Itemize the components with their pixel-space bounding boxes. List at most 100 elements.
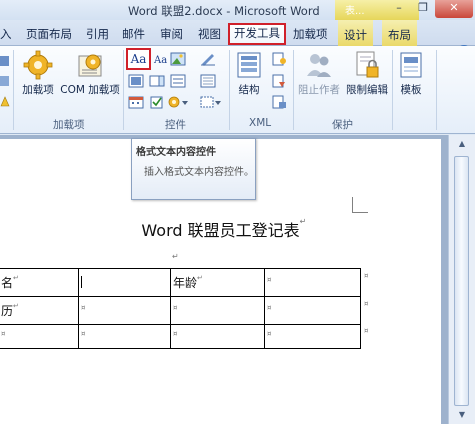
- cell-end-mark: ¤: [173, 329, 178, 338]
- group-label-controls: 控件: [165, 119, 186, 131]
- group-separator: [229, 50, 230, 130]
- table-cell[interactable]: 名↵: [0, 268, 79, 297]
- document-template-button[interactable]: 模板: [396, 50, 426, 97]
- cell-text: 年龄: [173, 276, 198, 290]
- ribbon: 加载项 COM 加载项 加载项 Aa Aa 控件 结构 XML 阻止作者 限制编…: [0, 46, 475, 134]
- table-cell[interactable]: 年龄↵: [170, 268, 265, 297]
- tab-design[interactable]: 设计: [338, 20, 373, 46]
- expansion-pack-icon[interactable]: [271, 95, 287, 109]
- paragraph-mark: ↵: [299, 217, 307, 226]
- date-picker-icon[interactable]: [128, 95, 144, 109]
- building-block-icon[interactable]: [128, 74, 144, 88]
- com-addins-label: COM 加载项: [60, 84, 120, 96]
- legacy-tools-icon[interactable]: [167, 95, 189, 109]
- restrict-editing-button[interactable]: 限制编辑: [344, 50, 390, 97]
- partial-icon[interactable]: [0, 74, 10, 88]
- close-button[interactable]: ✕: [435, 0, 473, 18]
- scroll-up-icon[interactable]: ▲: [454, 139, 470, 153]
- group-separator: [293, 50, 294, 130]
- tab-review[interactable]: 审阅: [160, 24, 183, 44]
- table-cell[interactable]: ¤: [170, 296, 265, 325]
- combo-box-icon[interactable]: [149, 74, 165, 88]
- group-separator: [13, 50, 14, 130]
- tab-references[interactable]: 引用: [86, 24, 109, 44]
- tab-mailings[interactable]: 邮件: [122, 24, 145, 44]
- document-title: Word 联盟员工登记表 ↵: [0, 217, 441, 241]
- table-cell[interactable]: ¤: [264, 324, 361, 349]
- table-cell[interactable]: [78, 268, 171, 297]
- table-cell[interactable]: ¤: [0, 324, 79, 349]
- addins-button[interactable]: 加载项: [18, 50, 58, 97]
- window-title: Word 联盟2.docx - Microsoft Word: [128, 4, 320, 18]
- table-cell[interactable]: ¤: [264, 268, 361, 297]
- restrict-editing-label: 限制编辑: [346, 84, 388, 96]
- warning-icon[interactable]: [0, 94, 10, 108]
- table-cell[interactable]: ¤: [78, 324, 171, 349]
- checkbox-control-icon[interactable]: [149, 95, 165, 109]
- com-addins-icon: [75, 50, 105, 80]
- text-cursor: [81, 275, 82, 288]
- cell-text: 名: [1, 276, 14, 290]
- template-icon: [396, 50, 426, 80]
- cell-end-mark: ¤: [267, 329, 272, 338]
- restore-button[interactable]: ❐: [411, 0, 435, 18]
- table-cell[interactable]: 历↵: [0, 296, 79, 325]
- scroll-thumb[interactable]: [454, 156, 469, 406]
- group-label-protect: 保护: [332, 119, 353, 131]
- block-authors-label: 阻止作者: [298, 84, 340, 96]
- paragraph-mark: ↵: [197, 274, 203, 282]
- structure-label: 结构: [238, 84, 260, 96]
- table-row: ¤ ¤ ¤ ¤: [0, 324, 361, 349]
- properties-icon[interactable]: [200, 74, 216, 88]
- tab-view[interactable]: 视图: [198, 24, 221, 44]
- context-label-text: 表...: [345, 6, 365, 17]
- table-cell[interactable]: ¤: [264, 296, 361, 325]
- tab-developer[interactable]: 开发工具: [228, 23, 286, 45]
- drop-down-list-icon[interactable]: [170, 74, 186, 88]
- table-cell[interactable]: ¤: [78, 296, 171, 325]
- template-label: 模板: [400, 84, 422, 96]
- picture-control-icon[interactable]: [170, 52, 186, 66]
- tooltip-body: 插入格式文本内容控件。: [144, 167, 254, 178]
- paragraph-mark: ↵: [13, 302, 19, 310]
- tab-addins[interactable]: 加载项: [293, 24, 328, 44]
- tab-insert[interactable]: 入: [0, 24, 12, 44]
- title-bar: Word 联盟2.docx - Microsoft Word 表... – ❐ …: [0, 0, 475, 20]
- scroll-down-icon[interactable]: ▼: [454, 410, 470, 422]
- svg-text:Aa: Aa: [153, 55, 167, 66]
- cell-text: 历: [1, 304, 14, 318]
- schema-icon[interactable]: [271, 52, 287, 66]
- tab-layout[interactable]: 布局: [382, 20, 417, 46]
- addins-label: 加载项: [22, 84, 54, 96]
- cell-end-mark: ¤: [81, 329, 86, 338]
- row-end-mark: ¤: [364, 327, 369, 335]
- group-separator: [436, 50, 437, 130]
- group-separator: [123, 50, 124, 130]
- plain-text-control-icon[interactable]: Aa: [153, 52, 169, 66]
- window-controls: – ❐ ✕: [387, 0, 473, 18]
- document-title-text: Word 联盟员工登记表: [141, 221, 300, 240]
- structure-button[interactable]: 结构: [234, 50, 264, 97]
- table-row: 历↵ ¤ ¤ ¤: [0, 296, 361, 325]
- table-cell[interactable]: ¤: [170, 324, 265, 349]
- paragraph-mark: ↵: [13, 274, 19, 282]
- structure-icon: [234, 50, 264, 80]
- minimize-button[interactable]: –: [387, 0, 411, 18]
- tab-page-layout[interactable]: 页面布局: [26, 24, 72, 44]
- group-icon[interactable]: [200, 95, 222, 109]
- gear-icon: [23, 50, 53, 80]
- block-authors-button[interactable]: 阻止作者: [295, 50, 343, 97]
- ribbon-tabs: 入 页面布局 引用 邮件 审阅 视图 开发工具 加载项 设计 布局 △ ?: [0, 20, 475, 59]
- design-mode-icon[interactable]: [200, 52, 216, 66]
- cell-end-mark: ¤: [81, 303, 86, 312]
- group-label-addins: 加载项: [53, 119, 85, 131]
- com-addins-button[interactable]: COM 加载项: [58, 50, 122, 97]
- table-row: 名↵ 年龄↵ ¤: [0, 268, 361, 297]
- lock-document-icon: [352, 50, 382, 80]
- transform-icon[interactable]: [271, 74, 287, 88]
- people-icon: [304, 50, 334, 80]
- row-end-mark: ¤: [364, 272, 369, 280]
- partial-icon[interactable]: [0, 54, 10, 68]
- rich-text-content-control-button[interactable]: Aa: [126, 48, 151, 70]
- tooltip: 格式文本内容控件 插入格式文本内容控件。: [131, 138, 256, 200]
